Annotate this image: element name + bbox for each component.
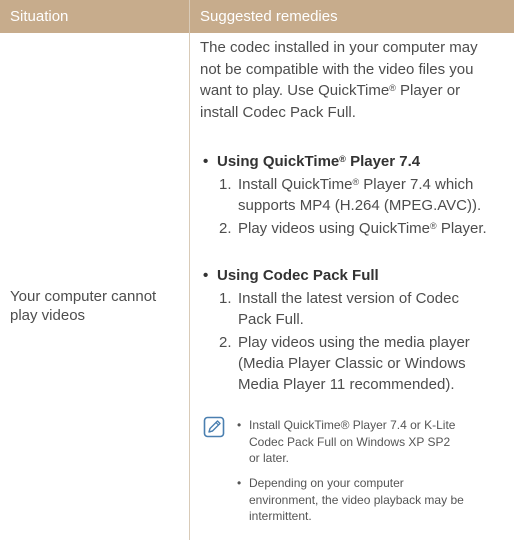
quicktime-step-2: 2. Play videos using QuickTime® Player. [219,220,487,237]
quicktime-step-1: 1. Install QuickTime® Player 7.4 which s… [219,176,482,214]
header-situation: Situation [10,8,69,25]
remedies-intro: The codec installed in your computer may… [200,39,478,121]
bullet-dot: • [237,476,242,490]
note-pencil-icon [203,416,225,438]
table-header: Situation Suggested remedies [0,0,514,33]
situation-text: Your computer cannot play videos [10,288,157,324]
codec-heading: • Using Codec Pack Full [203,267,379,284]
codec-step-2: 2. Play videos using the media player (M… [219,334,470,393]
column-divider [189,0,190,540]
bullet-dot: • [237,418,242,432]
header-suggested-remedies: Suggested remedies [200,8,338,25]
note-item-2: • Depending on your computer environment… [237,476,464,523]
note-item-1: • Install QuickTime® Player 7.4 or K-Lit… [237,418,456,465]
bullet-dot: • [203,153,209,170]
bullet-dot: • [203,267,209,284]
quicktime-heading: • Using QuickTime® Player 7.4 [203,153,421,170]
codec-step-1: 1. Install the latest version of Codec P… [219,290,459,328]
